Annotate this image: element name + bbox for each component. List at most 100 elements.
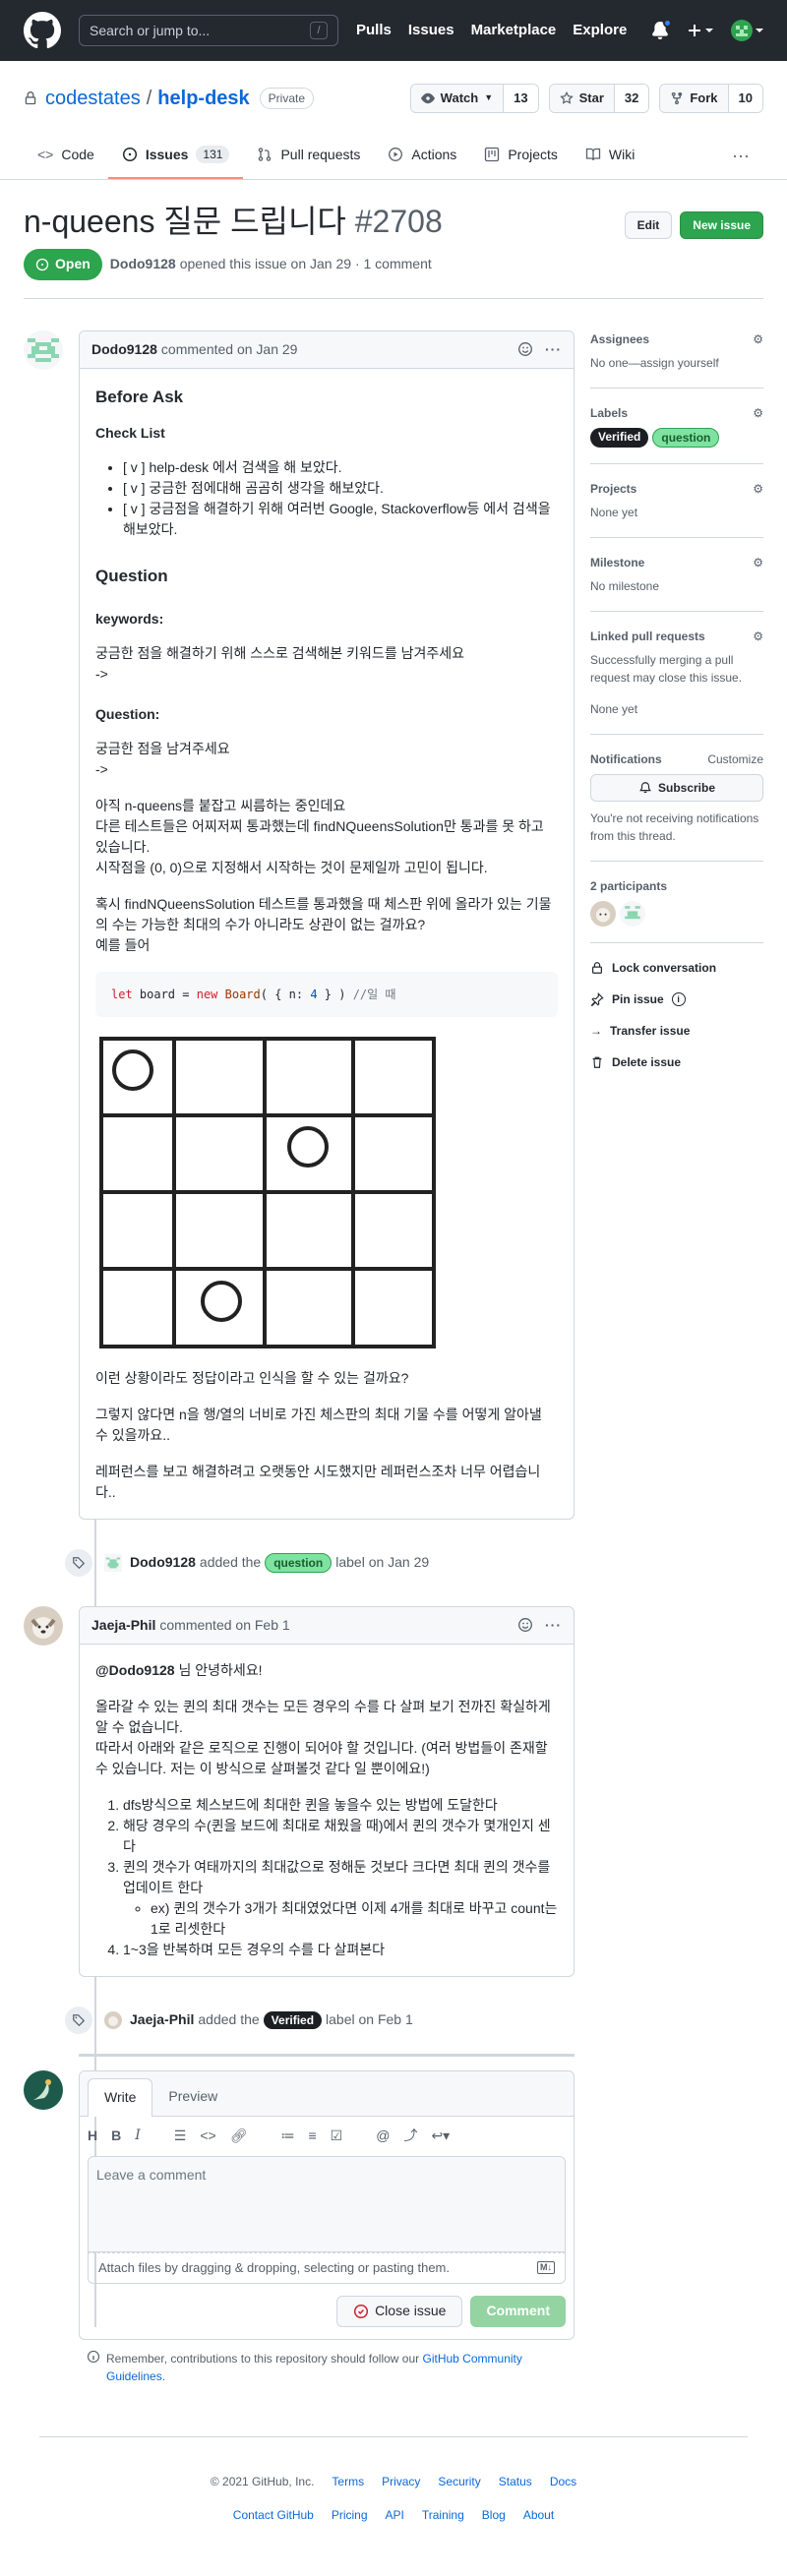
tab-preview[interactable]: Preview	[152, 2078, 233, 2116]
label-question[interactable]: question	[652, 427, 720, 448]
linked-prs-heading[interactable]: Linked pull requests	[590, 628, 705, 645]
repo-name-link[interactable]: help-desk	[157, 84, 249, 113]
lock-conversation-link[interactable]: Lock conversation	[590, 959, 763, 977]
assign-yourself-link[interactable]: No one—assign yourself	[590, 354, 763, 372]
more-tabs-kebab-icon[interactable]: ···	[732, 132, 763, 179]
footer-link-status[interactable]: Status	[499, 2473, 532, 2490]
footer-link-privacy[interactable]: Privacy	[382, 2473, 420, 2490]
fork-button[interactable]: Fork 10	[659, 84, 763, 113]
attach-files-area[interactable]: Attach files by dragging & dropping, sel…	[88, 2251, 566, 2284]
quote-icon[interactable]: ☰	[174, 2126, 187, 2146]
star-count[interactable]: 32	[614, 85, 649, 112]
italic-icon[interactable]: I	[135, 2126, 141, 2146]
kebab-menu-icon[interactable]: ···	[545, 1615, 562, 1636]
code-icon[interactable]: <>	[200, 2126, 215, 2146]
watch-button[interactable]: Watch ▼ 13	[409, 84, 539, 113]
footer-link-docs[interactable]: Docs	[550, 2473, 576, 2490]
smiley-icon[interactable]	[517, 1617, 533, 1633]
assignees-heading[interactable]: Assignees	[590, 330, 649, 348]
nav-marketplace[interactable]: Marketplace	[471, 20, 557, 42]
pin-issue-link[interactable]: Pin issue i	[590, 990, 763, 1008]
comment-timestamp[interactable]: commented on Feb 1	[159, 1615, 289, 1636]
edit-button[interactable]: Edit	[624, 211, 673, 239]
mini-avatar[interactable]	[104, 2010, 122, 2029]
user-mention-link[interactable]: @Dodo9128	[95, 1662, 175, 1678]
new-issue-button[interactable]: New issue	[680, 211, 763, 239]
visibility-badge: Private	[259, 88, 315, 109]
customize-link[interactable]: Customize	[707, 750, 763, 768]
gear-icon[interactable]: ⚙	[753, 480, 763, 498]
comment-author-link[interactable]: Jaeja-Phil	[91, 1615, 155, 1636]
comment-timestamp[interactable]: commented on Jan 29	[161, 339, 298, 360]
user-avatar-menu[interactable]	[731, 20, 763, 41]
footer-link-security[interactable]: Security	[438, 2473, 480, 2490]
footer-link-about[interactable]: About	[523, 2506, 554, 2524]
cross-reference-icon[interactable]: ⤴	[403, 2126, 417, 2146]
comment-textarea[interactable]: Leave a comment	[88, 2155, 566, 2252]
current-user-avatar[interactable]	[24, 2069, 63, 2110]
gear-icon[interactable]: ⚙	[753, 404, 763, 422]
tab-projects[interactable]: Projects	[470, 132, 572, 179]
participants-heading: 2 participants	[590, 878, 668, 893]
footer-link-terms[interactable]: Terms	[332, 2473, 364, 2490]
milestone-heading[interactable]: Milestone	[590, 554, 644, 571]
search-input[interactable]: Search or jump to... /	[79, 15, 338, 46]
reply-icon[interactable]: ↩▾	[431, 2126, 450, 2146]
nav-explore[interactable]: Explore	[573, 20, 627, 42]
notifications-bell-icon[interactable]	[651, 19, 672, 39]
footer-link-training[interactable]: Training	[422, 2506, 464, 2524]
close-issue-button[interactable]: Close issue	[336, 2295, 463, 2327]
participant-avatar[interactable]	[590, 900, 616, 927]
label-verified[interactable]: Verified	[263, 2010, 323, 2029]
nav-pulls[interactable]: Pulls	[356, 20, 392, 42]
footer-link-blog[interactable]: Blog	[482, 2506, 506, 2524]
mention-icon[interactable]: @	[376, 2126, 390, 2146]
kebab-menu-icon[interactable]: ···	[545, 339, 562, 360]
delete-issue-link[interactable]: Delete issue	[590, 1053, 763, 1071]
avatar[interactable]	[24, 1605, 63, 1646]
github-logo-icon[interactable]	[24, 12, 61, 49]
footer-link-contact[interactable]: Contact GitHub	[233, 2506, 314, 2524]
tab-code[interactable]: <> Code	[24, 132, 108, 179]
footer-link-pricing[interactable]: Pricing	[332, 2506, 368, 2524]
smiley-icon[interactable]	[517, 341, 533, 357]
comment-button[interactable]: Comment	[470, 2295, 566, 2327]
info-icon[interactable]: i	[671, 991, 686, 1006]
link-icon[interactable]: 🔗︎	[230, 2126, 248, 2146]
event-author-link[interactable]: Jaeja-Phil	[130, 2009, 194, 2030]
event-author-link[interactable]: Dodo9128	[130, 1552, 196, 1573]
bold-icon[interactable]: B	[111, 2126, 121, 2146]
task-list-icon[interactable]: ☑	[331, 2126, 343, 2146]
fork-count[interactable]: 10	[728, 85, 762, 112]
star-button[interactable]: Star 32	[548, 84, 650, 113]
subscribe-button[interactable]: Subscribe	[590, 773, 763, 802]
paragraph-1: 올라갈 수 있는 퀸의 최대 갯수는 모든 경우의 수를 다 살펴 보기 전까진…	[95, 1697, 558, 1779]
tab-wiki[interactable]: Wiki	[572, 132, 648, 179]
mini-avatar[interactable]	[104, 1553, 122, 1572]
tab-actions[interactable]: Actions	[374, 132, 470, 179]
tab-pull-requests[interactable]: Pull requests	[243, 132, 374, 179]
labels-heading[interactable]: Labels	[590, 404, 628, 422]
unordered-list-icon[interactable]: ≔	[280, 2126, 294, 2146]
issue-author-link[interactable]: Dodo9128	[110, 254, 176, 274]
transfer-issue-link[interactable]: → Transfer issue	[590, 1022, 763, 1040]
tab-write[interactable]: Write	[88, 2077, 153, 2117]
ordered-list-icon[interactable]: ≡	[308, 2126, 316, 2146]
footer-link-api[interactable]: API	[386, 2506, 404, 2524]
markdown-icon[interactable]: M↓	[537, 2261, 555, 2275]
gear-icon[interactable]: ⚙	[753, 330, 763, 348]
label-verified[interactable]: Verified	[590, 427, 649, 448]
create-new-plus-icon[interactable]	[687, 23, 713, 38]
comment-author-link[interactable]: Dodo9128	[91, 339, 157, 360]
gear-icon[interactable]: ⚙	[753, 628, 763, 645]
nav-issues[interactable]: Issues	[408, 20, 454, 42]
tab-issues[interactable]: Issues 131	[107, 132, 244, 179]
projects-heading[interactable]: Projects	[590, 480, 636, 498]
participant-avatar[interactable]	[620, 900, 645, 927]
heading-icon[interactable]: H	[88, 2126, 97, 2146]
avatar[interactable]	[24, 329, 63, 370]
watch-count[interactable]: 13	[504, 85, 538, 112]
gear-icon[interactable]: ⚙	[753, 554, 763, 571]
label-question[interactable]: question	[265, 1552, 333, 1573]
repo-owner-link[interactable]: codestates	[45, 84, 141, 113]
